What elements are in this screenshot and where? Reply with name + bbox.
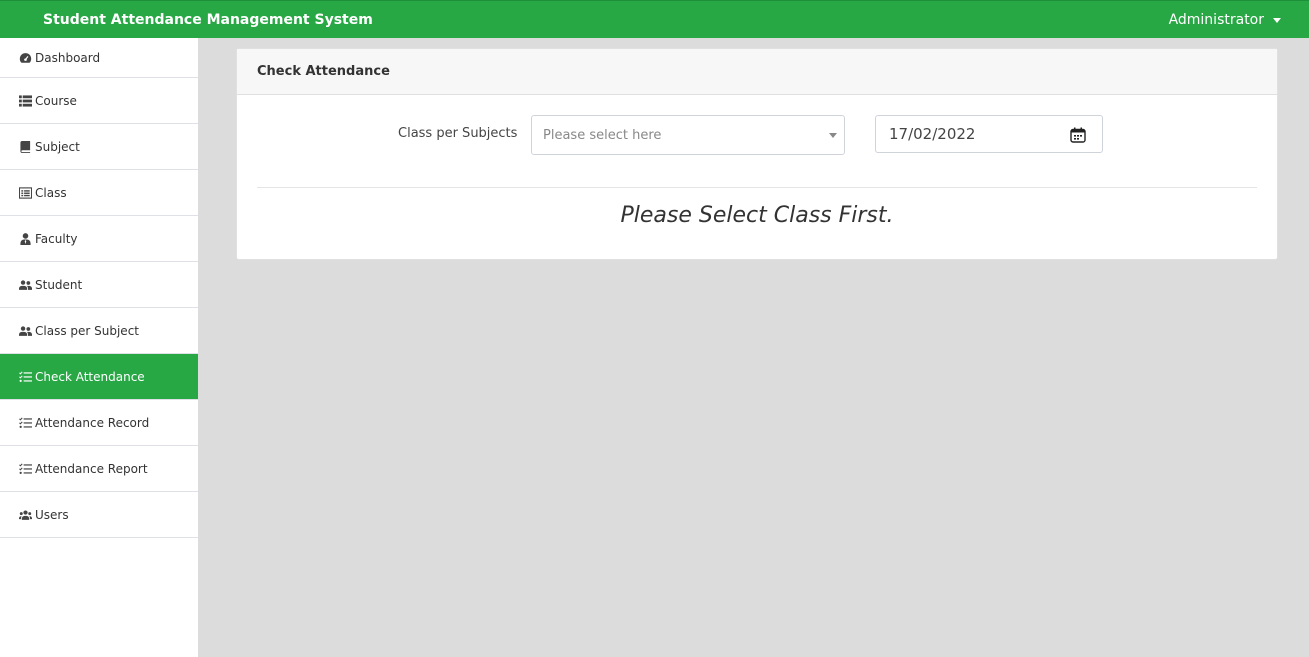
list-alt-icon <box>19 186 32 199</box>
sidebar-item-label: Users <box>35 507 69 522</box>
chevron-down-icon <box>829 133 837 138</box>
user-tie-icon <box>19 232 32 245</box>
select-placeholder: Please select here <box>543 127 662 143</box>
sidebar-item-attendance-report[interactable]: Attendance Report <box>0 446 198 492</box>
sidebar: Dashboard Course Subject Class Faculty S… <box>0 38 198 657</box>
sidebar-item-label: Course <box>35 93 77 108</box>
sidebar-item-check-attendance[interactable]: Check Attendance <box>0 354 198 400</box>
top-navbar: Student Attendance Management System Adm… <box>0 0 1309 38</box>
tasks-icon <box>19 371 32 383</box>
list-icon <box>19 94 32 107</box>
tasks-icon <box>19 417 32 429</box>
users-icon <box>19 509 32 521</box>
divider <box>257 187 1257 188</box>
user-menu-dropdown[interactable]: Administrator <box>1169 12 1281 28</box>
sidebar-item-student[interactable]: Student <box>0 262 198 308</box>
date-input[interactable]: 17/02/2022 <box>875 115 1103 153</box>
app-title[interactable]: Student Attendance Management System <box>43 12 373 28</box>
card-title: Check Attendance <box>237 49 1277 95</box>
sidebar-item-subject[interactable]: Subject <box>0 124 198 170</box>
empty-state-message: Please Select Class First. <box>620 203 894 228</box>
tasks-icon <box>19 463 32 475</box>
chevron-down-icon <box>1273 17 1281 23</box>
user-name: Administrator <box>1168 11 1264 28</box>
sidebar-item-label: Dashboard <box>35 50 101 65</box>
filter-form: Class per Subjects Please select here 17… <box>237 115 1277 155</box>
sidebar-item-dashboard[interactable]: Dashboard <box>0 38 198 78</box>
sidebar-item-label: Class <box>35 185 67 200</box>
check-attendance-card: Check Attendance Class per Subjects Plea… <box>236 48 1278 260</box>
sidebar-item-label: Attendance Report <box>35 461 148 476</box>
sidebar-item-class[interactable]: Class <box>0 170 198 216</box>
class-per-subjects-label: Class per Subjects <box>398 126 518 141</box>
user-friends-icon <box>19 279 32 291</box>
sidebar-item-label: Student <box>35 277 83 292</box>
date-value: 17/02/2022 <box>889 125 976 143</box>
calendar-icon[interactable] <box>1070 127 1086 143</box>
sidebar-item-label: Class per Subject <box>35 323 139 338</box>
sidebar-item-users[interactable]: Users <box>0 492 198 538</box>
book-icon <box>19 140 32 153</box>
sidebar-item-label: Check Attendance <box>35 369 145 384</box>
sidebar-item-label: Faculty <box>35 231 78 246</box>
class-per-subjects-select[interactable]: Please select here <box>531 115 845 155</box>
sidebar-item-attendance-record[interactable]: Attendance Record <box>0 400 198 446</box>
sidebar-item-label: Subject <box>35 139 80 154</box>
sidebar-item-course[interactable]: Course <box>0 78 198 124</box>
user-friends-icon <box>19 325 32 337</box>
main-content: Check Attendance Class per Subjects Plea… <box>198 38 1309 657</box>
dashboard-icon <box>19 52 32 64</box>
sidebar-item-label: Attendance Record <box>35 415 150 430</box>
sidebar-item-faculty[interactable]: Faculty <box>0 216 198 262</box>
sidebar-item-class-per-subject[interactable]: Class per Subject <box>0 308 198 354</box>
